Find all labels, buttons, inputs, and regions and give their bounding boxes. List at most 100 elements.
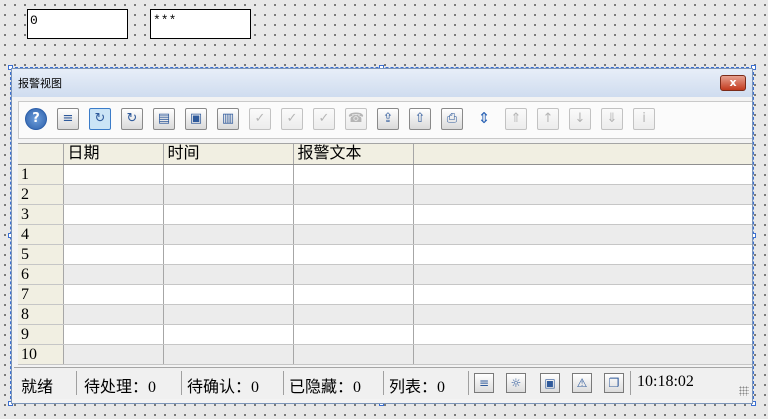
next-line-icon[interactable]: ↓ (569, 108, 591, 130)
table-row[interactable]: 10 (18, 344, 752, 365)
table-row[interactable]: 8 (18, 304, 752, 325)
toolbar: ? ≡ ↻ ↻ ▤ ▣ ▥ ✓ ✓ ✓ ☎ ⇪ ⇧ ⎙ ⇕ ⇑ ↑ ↓ ⇓ i (18, 101, 752, 139)
table-cell[interactable] (293, 244, 414, 265)
acknowledge-all-icon[interactable]: ✓ (313, 108, 335, 130)
table-cell[interactable] (63, 344, 164, 365)
history-list-icon[interactable]: ↻ (89, 108, 111, 130)
status-hidden: 已隐藏：0 (289, 379, 362, 396)
last-line-icon[interactable]: ⇓ (601, 108, 623, 130)
table-cell[interactable] (413, 244, 752, 265)
table-row[interactable]: 2 (18, 184, 752, 205)
table-cell[interactable] (413, 224, 752, 245)
table-cell[interactable] (413, 204, 752, 225)
table-cell[interactable] (163, 284, 294, 305)
table-cell[interactable] (63, 304, 164, 325)
previous-line-icon[interactable]: ↑ (537, 108, 559, 130)
value-field-2[interactable]: *** (150, 9, 251, 39)
status-pending: 待处理：0 (84, 379, 157, 396)
table-cell[interactable] (63, 324, 164, 345)
alarm-table: 日期 时间 报警文本 1 2 3 4 5 6 7 8 9 10 (18, 143, 752, 365)
table-cell[interactable] (413, 344, 752, 365)
table-cell[interactable] (293, 164, 414, 185)
column-header-alarm-text[interactable]: 报警文本 (293, 144, 414, 165)
lock-icon[interactable]: ▣ (185, 108, 207, 130)
table-cell[interactable] (163, 184, 294, 205)
table-cell[interactable] (293, 184, 414, 205)
row-header: 1 (18, 164, 64, 185)
statistics-icon[interactable]: ▥ (217, 108, 239, 130)
table-row[interactable]: 4 (18, 224, 752, 245)
row-header: 5 (18, 244, 64, 265)
column-header-empty (413, 144, 752, 165)
database-icon[interactable]: ▤ (153, 108, 175, 130)
info-text-icon[interactable]: i (633, 108, 655, 130)
table-row[interactable]: 7 (18, 284, 752, 305)
first-line-icon[interactable]: ⇑ (505, 108, 527, 130)
row-header: 6 (18, 264, 64, 285)
table-row[interactable]: 6 (18, 264, 752, 285)
table-cell[interactable] (63, 284, 164, 305)
table-cell[interactable] (163, 304, 294, 325)
row-header: 10 (18, 344, 64, 365)
loop-in-alarm-icon[interactable]: ⇪ (377, 108, 399, 130)
table-row[interactable]: 3 (18, 204, 752, 225)
alarm-view-window: 报警视图 x ? ≡ ↻ ↻ ▤ ▣ ▥ ✓ ✓ ✓ ☎ ⇪ ⇧ ⎙ ⇕ ⇑ ↑ ↓ ⇓ i 日期 时间 报警文本 1… (11, 68, 753, 404)
status-bar: 就绪 待处理：0 待确认：0 已隐藏：0 列表：0 ≡ ☼ ▣ ⚠ ❐ 10:1… (14, 367, 752, 399)
table-cell[interactable] (293, 284, 414, 305)
table-cell[interactable] (63, 164, 164, 185)
table-cell[interactable] (413, 164, 752, 185)
table-cell[interactable] (63, 204, 164, 225)
table-cell[interactable] (413, 304, 752, 325)
table-cell[interactable] (293, 204, 414, 225)
table-cell[interactable] (63, 224, 164, 245)
sort-icon[interactable]: ⇕ (473, 108, 495, 130)
acknowledge-single-icon[interactable]: ✓ (249, 108, 271, 130)
acknowledge-group-icon[interactable]: ✓ (281, 108, 303, 130)
divider (630, 371, 631, 395)
table-cell[interactable] (63, 264, 164, 285)
lock-export-icon[interactable]: ⇧ (409, 108, 431, 130)
divider (181, 371, 182, 395)
horn-icon[interactable]: ☎ (345, 108, 367, 130)
resize-grip[interactable] (739, 386, 749, 396)
close-button[interactable]: x (720, 75, 746, 91)
table-cell[interactable] (413, 184, 752, 205)
help-icon[interactable]: ? (25, 108, 47, 130)
table-cell[interactable] (63, 184, 164, 205)
window-icon[interactable]: ❐ (604, 373, 624, 393)
lock-status-icon[interactable]: ▣ (540, 373, 560, 393)
lightbulb-icon[interactable]: ☼ (506, 373, 526, 393)
print-icon[interactable]: ⎙ (441, 108, 463, 130)
divider (76, 371, 77, 395)
row-header: 7 (18, 284, 64, 305)
column-header-time[interactable]: 时间 (163, 144, 294, 165)
list-view-icon[interactable]: ≡ (474, 373, 494, 393)
table-cell[interactable] (413, 324, 752, 345)
archive-list-icon[interactable]: ↻ (121, 108, 143, 130)
table-cell[interactable] (163, 244, 294, 265)
table-cell[interactable] (163, 224, 294, 245)
table-cell[interactable] (163, 264, 294, 285)
table-cell[interactable] (63, 244, 164, 265)
status-list: 列表：0 (389, 379, 446, 396)
table-cell[interactable] (163, 164, 294, 185)
value-field-1[interactable]: 0 (27, 9, 128, 39)
table-cell[interactable] (163, 344, 294, 365)
table-cell[interactable] (293, 324, 414, 345)
table-cell[interactable] (293, 344, 414, 365)
table-cell[interactable] (163, 204, 294, 225)
divider (468, 371, 469, 395)
message-list-icon[interactable]: ≡ (57, 108, 79, 130)
column-header-date[interactable]: 日期 (63, 144, 164, 165)
table-cell[interactable] (163, 324, 294, 345)
divider (283, 371, 284, 395)
table-cell[interactable] (293, 224, 414, 245)
table-cell[interactable] (413, 264, 752, 285)
table-cell[interactable] (293, 264, 414, 285)
table-row[interactable]: 1 (18, 164, 752, 185)
alarm-status-icon[interactable]: ⚠ (572, 373, 592, 393)
table-cell[interactable] (293, 304, 414, 325)
table-row[interactable]: 9 (18, 324, 752, 345)
table-cell[interactable] (413, 284, 752, 305)
table-row[interactable]: 5 (18, 244, 752, 265)
